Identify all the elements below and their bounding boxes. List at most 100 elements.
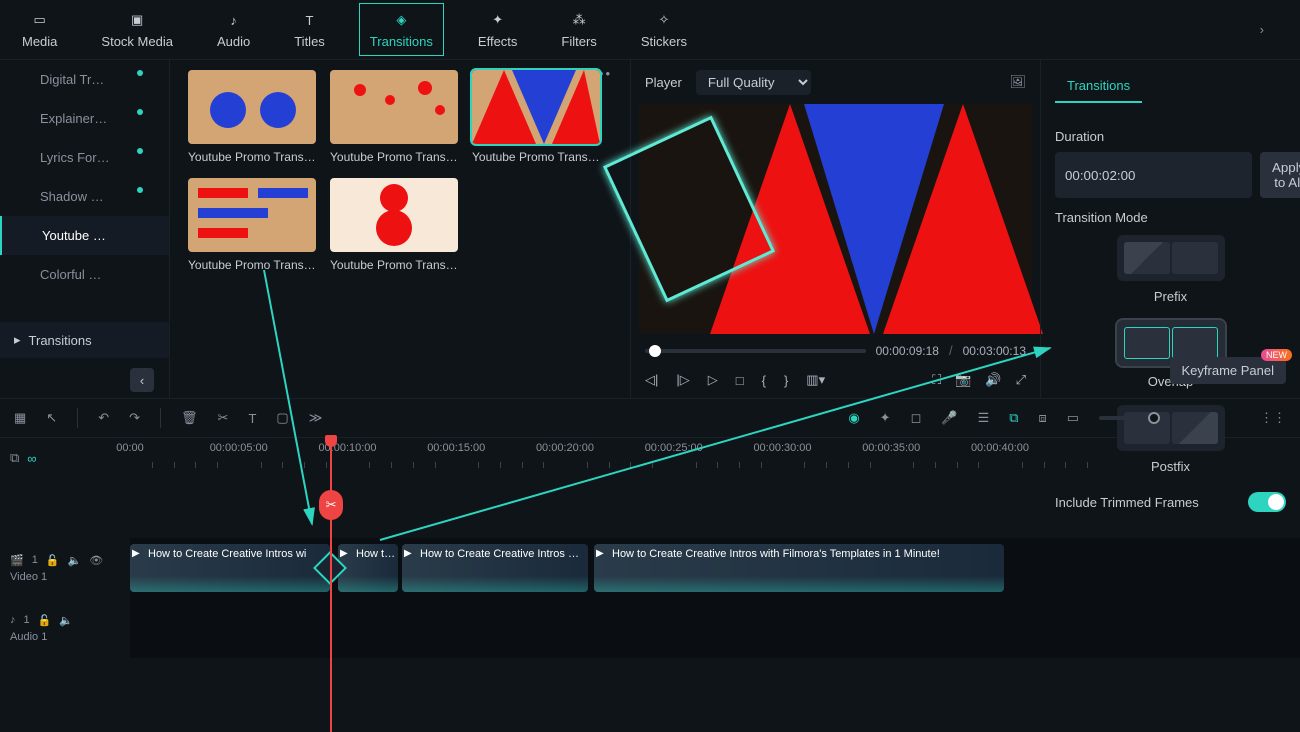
video-clip-area[interactable]: ▶How to Create Creative Intros wi▶How t…… xyxy=(130,538,1300,598)
cut-icon[interactable]: ✂ xyxy=(218,410,229,426)
keyframe-panel-button[interactable]: Keyframe Panel NEW xyxy=(1170,357,1287,384)
cat-colorful[interactable]: Colorful … xyxy=(0,255,169,294)
layout-icon[interactable]: ▦ xyxy=(14,410,26,426)
video-track-row: 🎬1🔓🔈👁 Video 1 ▶How to Create Creative In… xyxy=(0,538,1300,598)
audio-track-row: ♪1🔓🔈 Audio 1 xyxy=(0,598,1300,658)
snapshot-icon[interactable]: 🖼 xyxy=(1009,74,1026,90)
audio-track-head: ♪1🔓🔈 Audio 1 xyxy=(0,598,130,658)
sparkle-icon[interactable]: ✦ xyxy=(880,410,891,426)
video-icon: 🎬 xyxy=(10,554,24,567)
play-icon[interactable]: ▷ xyxy=(708,372,718,388)
cat-youtube[interactable]: Youtube … xyxy=(0,216,169,255)
thumb-1[interactable]: Youtube Promo Transi… xyxy=(330,70,458,164)
display-icon[interactable]: ⛶ xyxy=(932,372,941,388)
chevron-right-icon: ▸ xyxy=(14,332,21,348)
thumb-2[interactable]: Youtube Promo Transi… xyxy=(472,70,600,164)
effects-icon: ✦ xyxy=(488,10,508,30)
next-frame-icon[interactable]: |▷ xyxy=(676,372,689,388)
video-track-head: 🎬1🔓🔈👁 Video 1 xyxy=(0,538,130,598)
lock-icon[interactable]: 🔓 xyxy=(46,554,60,567)
tab-transitions[interactable]: ◈Transitions xyxy=(359,3,444,56)
preview-viewport[interactable] xyxy=(639,104,1032,333)
duration-label: Duration xyxy=(1055,129,1286,144)
marker-icon[interactable]: ◻ xyxy=(911,410,922,426)
player-controls: ◁| |▷ ▷ □ { } ▥▾ ⛶ 📷 🔊 ⤢ xyxy=(631,368,1040,398)
thumb-3[interactable]: Youtube Promo Transi… xyxy=(188,178,316,272)
magnet-icon[interactable]: ⧉ xyxy=(1009,410,1018,426)
stickers-icon: ✧ xyxy=(654,10,674,30)
ratio-icon[interactable]: ▥▾ xyxy=(806,372,825,388)
mode-prefix[interactable]: Prefix xyxy=(1055,235,1286,304)
player-panel: Player Full Quality 🖼 00:00:09:18 / 00:0… xyxy=(630,60,1040,398)
filters-icon: ⁂ xyxy=(569,10,589,30)
player-header: Player Full Quality 🖼 xyxy=(631,60,1040,104)
tab-media[interactable]: ▭Media xyxy=(12,4,67,55)
link-clips-icon[interactable]: ⧈ xyxy=(1039,410,1047,426)
tab-stock-media[interactable]: ▣Stock Media xyxy=(91,4,183,55)
zoom-slider[interactable] xyxy=(1099,416,1169,420)
more-tools-icon[interactable]: ≫ xyxy=(309,410,323,426)
media-icon: ▭ xyxy=(30,10,50,30)
top-nav: ▭Media ▣Stock Media ♪Audio TTitles ◈Tran… xyxy=(0,0,1300,60)
cat-shadow[interactable]: Shadow … xyxy=(0,177,169,216)
cat-digital[interactable]: Digital Tr… xyxy=(0,60,169,99)
player-timebar: 00:00:09:18 / 00:03:00:13 xyxy=(631,333,1040,368)
tab-filters[interactable]: ⁂Filters xyxy=(551,4,606,55)
prev-frame-icon[interactable]: ◁| xyxy=(645,372,658,388)
redo-icon[interactable]: ↷ xyxy=(129,410,140,426)
player-label: Player xyxy=(645,75,682,90)
apply-all-button[interactable]: Apply to All xyxy=(1260,152,1300,198)
titles-icon: T xyxy=(300,10,320,30)
undo-icon[interactable]: ↶ xyxy=(98,410,109,426)
list-icon[interactable]: ☰ xyxy=(978,410,990,426)
thumb-4[interactable]: Youtube Promo Transi… xyxy=(330,178,458,272)
cat-lyrics[interactable]: Lyrics For… xyxy=(0,138,169,177)
timeline: ⧉ ∞ 00:0000:00:05:0000:00:10:0000:00:15:… xyxy=(0,438,1300,732)
crop-icon[interactable]: ▢ xyxy=(276,410,288,426)
playhead[interactable]: ✂ xyxy=(330,438,332,732)
volume-icon[interactable]: 🔊 xyxy=(985,372,1001,388)
camera-icon[interactable]: 📷 xyxy=(955,372,971,388)
delete-icon[interactable]: 🗑 xyxy=(181,410,198,426)
select-icon[interactable]: ↖ xyxy=(46,410,57,426)
mic-icon[interactable]: 🎤 xyxy=(941,410,957,426)
eye-icon[interactable]: 👁 xyxy=(89,554,103,567)
properties-panel: Transitions Duration Apply to All Transi… xyxy=(1040,60,1300,398)
lock-icon[interactable]: 🔓 xyxy=(38,614,52,627)
mute-icon[interactable]: 🔈 xyxy=(59,614,73,627)
quality-select[interactable]: Full Quality xyxy=(696,70,811,95)
current-time: 00:00:09:18 xyxy=(876,344,939,358)
tab-effects[interactable]: ✦Effects xyxy=(468,4,528,55)
copy-icon[interactable]: ⧉ xyxy=(10,450,19,466)
tab-titles[interactable]: TTitles xyxy=(284,4,335,55)
transitions-icon: ◈ xyxy=(391,10,411,30)
text-icon[interactable]: T xyxy=(248,411,256,426)
nav-more-icon[interactable]: › xyxy=(1260,22,1264,37)
duration-input[interactable] xyxy=(1055,152,1252,198)
sidebar-collapse-button[interactable]: ‹ xyxy=(130,368,154,392)
fullscreen-icon[interactable]: ⤢ xyxy=(1016,372,1026,388)
tab-stickers[interactable]: ✧Stickers xyxy=(631,4,697,55)
mode-label: Transition Mode xyxy=(1055,210,1286,225)
linkicon[interactable]: ∞ xyxy=(27,451,36,466)
cat-explainer[interactable]: Explainer… xyxy=(0,99,169,138)
timeline-ruler[interactable]: 00:0000:00:05:0000:00:10:0000:00:15:0000… xyxy=(130,438,1300,478)
main-area: Digital Tr… Explainer… Lyrics For… Shado… xyxy=(0,60,1300,398)
stock-icon: ▣ xyxy=(127,10,147,30)
audio-clip-area[interactable] xyxy=(130,598,1300,658)
tab-audio[interactable]: ♪Audio xyxy=(207,4,260,55)
ai-icon[interactable]: ◉ xyxy=(848,410,859,426)
mark-out-icon[interactable]: } xyxy=(784,373,788,388)
video-track-label: Video 1 xyxy=(10,571,120,583)
thumb-0[interactable]: Youtube Promo Transi… xyxy=(188,70,316,164)
mark-in-icon[interactable]: { xyxy=(762,373,766,388)
mute-icon[interactable]: 🔈 xyxy=(68,554,82,567)
scissors-icon[interactable]: ✂ xyxy=(319,490,343,520)
audio-icon: ♪ xyxy=(224,10,244,30)
transition-grid: ••• Youtube Promo Transi… Youtube Promo … xyxy=(170,60,630,398)
sidebar-transitions-row[interactable]: ▸Transitions xyxy=(0,322,169,358)
total-time: 00:03:00:13 xyxy=(963,344,1026,358)
prop-tab-transitions[interactable]: Transitions xyxy=(1055,70,1142,103)
player-seek[interactable] xyxy=(645,349,866,353)
stop-icon[interactable]: □ xyxy=(736,373,744,388)
